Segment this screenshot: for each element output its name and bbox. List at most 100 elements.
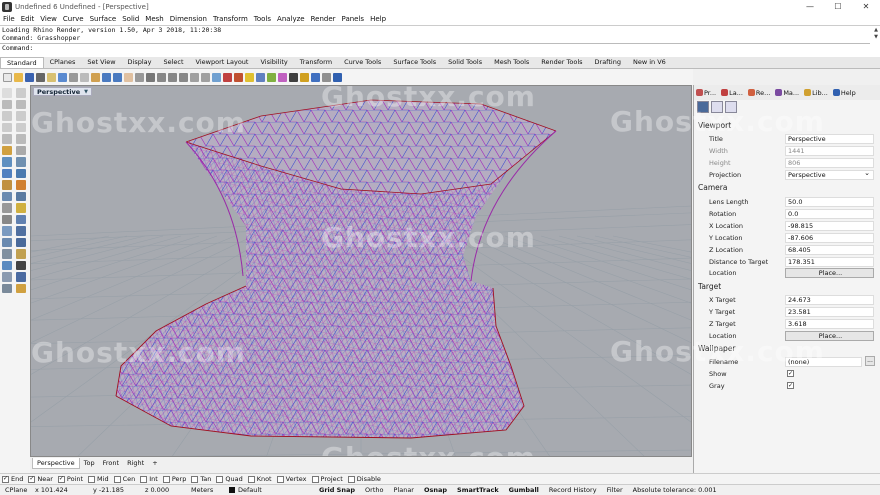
tab-select[interactable]: Select [157,57,189,68]
osnap-mid[interactable]: Mid [88,475,109,483]
osnap-int[interactable]: Int [140,475,158,483]
mesh-surface[interactable] [31,86,692,457]
tab-cplanes[interactable]: CPlanes [44,57,82,68]
y-location-field[interactable]: -87.606 [785,232,874,243]
scale-icon[interactable] [2,226,12,236]
camera-place-button[interactable]: Place... [785,267,874,278]
osnap-end[interactable]: ✓ End [2,475,23,483]
fillet-curve-icon[interactable] [16,145,26,155]
group-icon[interactable] [2,283,12,293]
osnap-vertex[interactable]: Vertex [276,475,307,483]
box-icon[interactable] [2,180,12,190]
freeform-icon[interactable] [16,134,26,144]
checkbox[interactable] [216,475,224,483]
z-target-field[interactable]: 3.618 [785,318,874,329]
circle-icon[interactable] [2,111,12,121]
properties-icon[interactable] [322,72,331,82]
split-icon[interactable] [2,249,12,259]
checkbox[interactable]: ✓ [57,475,65,483]
rotation-field[interactable]: 0.0 [785,208,874,219]
move-icon[interactable] [16,203,26,213]
menu-transform[interactable]: Transform [213,15,248,23]
tab-visibility[interactable]: Visibility [254,57,293,68]
polyline-icon[interactable] [2,99,12,109]
menu-solid[interactable]: Solid [122,15,139,23]
tab-transform[interactable]: Transform [294,57,338,68]
maximize-button[interactable]: ☐ [824,0,852,13]
tab-solid-tools[interactable]: Solid Tools [442,57,488,68]
tab-render-tools[interactable]: Render Tools [535,57,588,68]
menu-render[interactable]: Render [311,15,336,23]
menu-tools[interactable]: Tools [254,15,271,23]
open-folder-icon[interactable] [14,72,23,82]
osnap-cen[interactable]: Cen [113,475,135,483]
rotate-view-icon[interactable] [135,72,144,82]
tab-materials[interactable]: Ma... [773,86,801,99]
cplane-label[interactable]: CPlane [0,486,30,494]
menu-edit[interactable]: Edit [21,15,35,23]
undo-icon[interactable] [102,72,111,82]
mirror-icon[interactable] [16,226,26,236]
tab-surface-tools[interactable]: Surface Tools [387,57,442,68]
osnap-tan[interactable]: Tan [191,475,211,483]
perspective-viewport[interactable]: Perspective ▼ Ghostxx.com Ghostxx.com Gh… [30,85,692,457]
chevron-down-icon[interactable]: ▼ [84,88,88,96]
polygon-icon[interactable] [2,134,12,144]
material-icon[interactable] [256,72,265,82]
environment-icon[interactable] [267,72,276,82]
menu-curve[interactable]: Curve [63,15,84,23]
checkbox[interactable] [191,475,199,483]
checkbox[interactable] [347,475,355,483]
pan-hand-icon[interactable] [124,72,133,82]
tab-right[interactable]: Right [123,458,148,469]
join-icon[interactable] [16,249,26,259]
title-field[interactable]: Perspective [785,133,874,144]
cut-icon[interactable] [69,72,78,82]
select-arrow-icon[interactable] [2,88,12,98]
display-icon[interactable] [725,101,737,113]
curve-icon[interactable] [16,99,26,109]
zoom-icon[interactable] [146,72,155,82]
current-layer[interactable]: Default [224,486,314,494]
arc-icon[interactable] [16,111,26,121]
rendered-icon[interactable] [311,72,320,82]
checkbox[interactable]: ✓ [2,475,9,483]
x-target-field[interactable]: 24.673 [785,294,874,305]
text-icon[interactable] [2,145,12,155]
paste-icon[interactable] [91,72,100,82]
tab-libraries[interactable]: Lib... [802,86,830,99]
lens-length-field[interactable]: 50.0 [785,196,874,207]
osnap-near[interactable]: ✓ Near [28,475,53,483]
layers-icon[interactable] [212,72,221,82]
osnap-perp[interactable]: Perp [162,475,186,483]
command-input[interactable]: Command: [0,43,870,53]
menu-mesh[interactable]: Mesh [145,15,163,23]
z-location-field[interactable]: 68.405 [785,244,874,255]
save-icon[interactable] [25,72,34,82]
distance-to-target-field[interactable]: 178.351 [785,256,874,267]
viewport-icon[interactable] [711,101,723,113]
rectangle-icon[interactable] [16,122,26,132]
osnap-disable[interactable]: Disable [347,475,381,483]
viewport-label[interactable]: Perspective ▼ [33,87,93,96]
print-icon[interactable] [36,72,45,82]
cylinder-icon[interactable] [2,191,12,201]
tab-display[interactable]: Display [122,57,158,68]
help-icon[interactable] [333,72,342,82]
tab-rendering[interactable]: Re... [746,86,772,99]
menu-file[interactable]: File [3,15,15,23]
block-icon[interactable] [16,283,26,293]
osnap-quad[interactable]: Quad [216,475,243,483]
color-wheel-icon[interactable] [278,72,287,82]
checkbox[interactable] [276,475,284,483]
boolean-icon[interactable] [2,272,12,282]
tab-curve-tools[interactable]: Curve Tools [338,57,387,68]
light-icon[interactable] [234,72,243,82]
osnap-toggle[interactable]: Osnap [419,486,452,494]
smarttrack-toggle[interactable]: SmartTrack [452,486,504,494]
sphere-display-icon[interactable] [289,72,298,82]
explode-icon[interactable] [2,260,12,270]
tab-layers[interactable]: La... [719,86,745,99]
checkbox[interactable] [88,475,96,483]
projection-select[interactable]: Perspective [785,169,874,180]
